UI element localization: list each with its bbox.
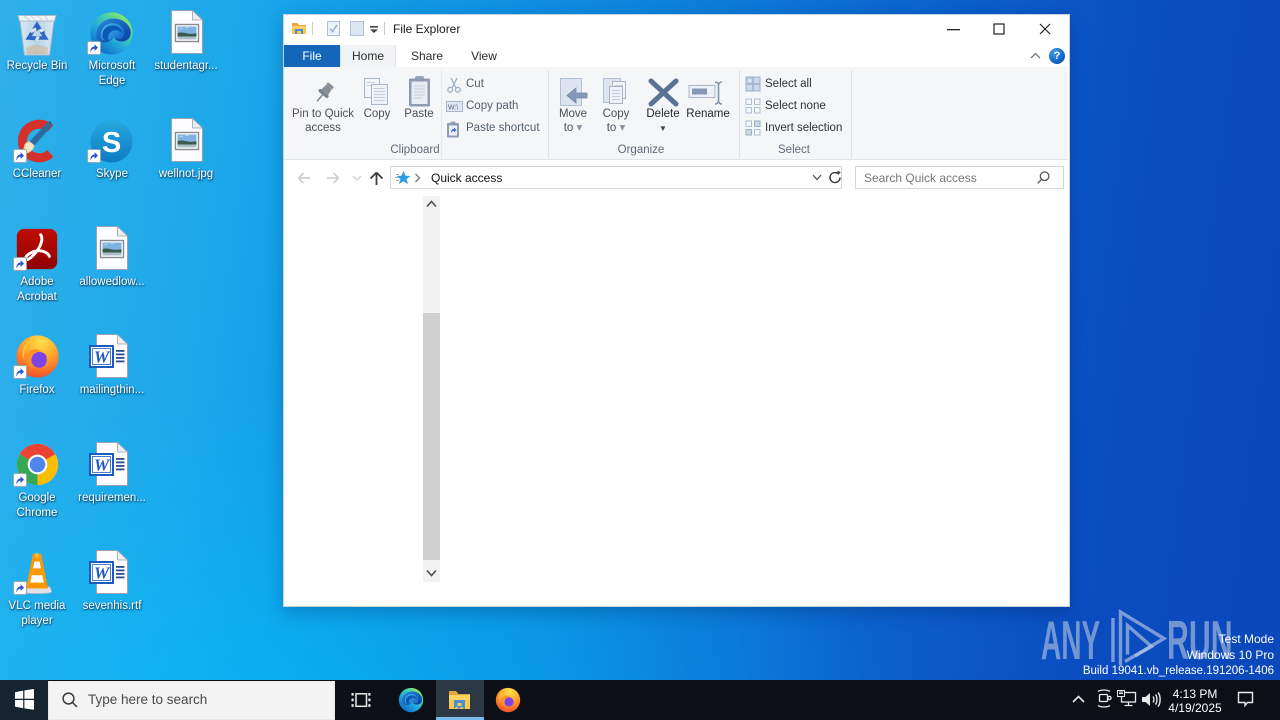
svg-text:W:\: W:\ — [448, 105, 458, 112]
svg-text:W: W — [94, 564, 111, 583]
svg-text:S: S — [102, 127, 121, 159]
svg-text:W: W — [94, 348, 111, 367]
svg-text:W: W — [94, 456, 111, 475]
